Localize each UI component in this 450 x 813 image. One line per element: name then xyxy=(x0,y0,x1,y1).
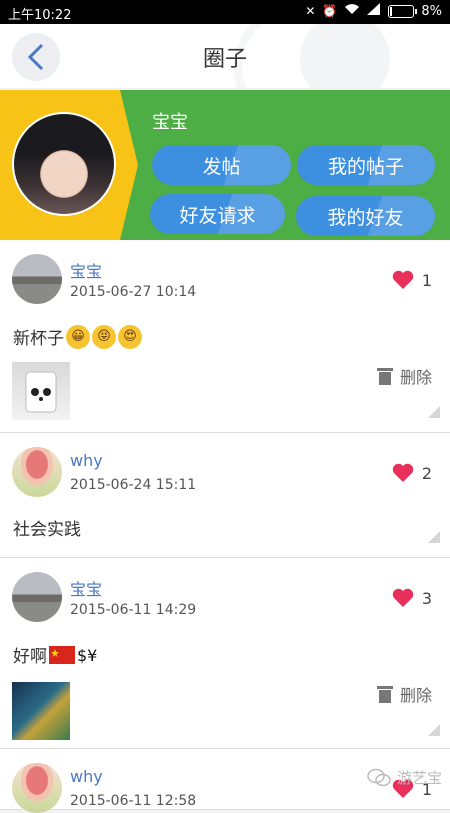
author-avatar[interactable] xyxy=(12,254,62,304)
post-date: 2015-06-11 12:58 xyxy=(70,793,197,809)
squint-tongue-emoji-icon: 😝 xyxy=(92,324,116,349)
money-icon: $¥ xyxy=(77,646,97,665)
post-author[interactable]: why xyxy=(70,451,103,470)
like-button[interactable]: 3 xyxy=(392,588,432,608)
author-avatar[interactable] xyxy=(12,572,62,622)
corner-marker xyxy=(428,406,440,418)
post-item[interactable]: 宝宝 2015-06-11 14:29 3 好啊 $¥ 删除 xyxy=(0,558,450,749)
post-date: 2015-06-11 14:29 xyxy=(70,602,197,618)
post-button[interactable]: 发帖 xyxy=(152,145,291,185)
status-bar: 上午10:22 ✕ ⏰ 8% xyxy=(0,0,450,24)
post-author[interactable]: 宝宝 xyxy=(70,576,102,600)
post-image[interactable] xyxy=(12,362,70,420)
page-title: 圈子 xyxy=(202,47,247,72)
svg-text:$¥: $¥ xyxy=(77,646,97,665)
post-date: 2015-06-27 10:14 xyxy=(70,284,197,300)
post-text: 好啊 $¥ xyxy=(13,642,105,667)
corner-marker xyxy=(428,724,440,736)
corner-marker xyxy=(428,531,440,543)
friend-requests-button[interactable]: 好友请求 xyxy=(150,194,285,234)
post-author[interactable]: 宝宝 xyxy=(70,258,102,282)
app-header: 圈子 xyxy=(0,24,450,88)
profile-name: 宝宝 xyxy=(152,112,188,133)
profile-avatar[interactable] xyxy=(12,112,116,216)
author-avatar[interactable] xyxy=(12,447,62,497)
like-count: 3 xyxy=(421,588,432,608)
post-date: 2015-06-24 15:11 xyxy=(70,477,197,493)
post-image[interactable] xyxy=(12,682,70,740)
my-posts-button[interactable]: 我的帖子 xyxy=(297,145,435,185)
author-avatar[interactable] xyxy=(12,763,62,813)
wechat-icon xyxy=(367,768,391,786)
heart-icon xyxy=(392,588,414,607)
post-author[interactable]: why xyxy=(70,767,103,786)
trash-icon xyxy=(376,368,393,385)
my-friends-button[interactable]: 我的好友 xyxy=(296,196,435,236)
status-time: 上午10:22 xyxy=(8,8,72,23)
post-text: 新杯子 😀 😝 😍 xyxy=(13,324,142,349)
battery-percent: 8% xyxy=(421,3,442,19)
watermark: 游艺宝 xyxy=(367,767,442,788)
delete-button[interactable]: 删除 xyxy=(376,364,432,388)
like-count: 2 xyxy=(421,463,432,483)
alarm-icon: ⏰ xyxy=(322,4,338,18)
post-feed: 宝宝 2015-06-27 10:14 1 新杯子 😀 😝 😍 删除 why 2… xyxy=(0,240,450,813)
post-item[interactable]: why 2015-06-24 15:11 2 社会实践 xyxy=(0,433,450,558)
china-flag-icon xyxy=(49,645,75,664)
mute-icon: ✕ xyxy=(305,4,316,18)
heart-eyes-emoji-icon: 😍 xyxy=(118,324,142,349)
heart-icon xyxy=(392,270,414,289)
post-item[interactable]: 宝宝 2015-06-27 10:14 1 新杯子 😀 😝 😍 删除 xyxy=(0,240,450,433)
like-count: 1 xyxy=(421,270,432,290)
signal-icon xyxy=(367,3,381,19)
post-text: 社会实践 xyxy=(13,520,81,540)
like-button[interactable]: 1 xyxy=(392,270,432,290)
battery-icon xyxy=(388,4,418,18)
grin-emoji-icon: 😀 xyxy=(66,324,90,349)
trash-icon xyxy=(376,686,393,703)
like-button[interactable]: 2 xyxy=(392,463,432,483)
heart-icon xyxy=(392,463,414,482)
panda-mug-icon xyxy=(25,371,57,413)
wifi-icon xyxy=(344,3,360,19)
delete-button[interactable]: 删除 xyxy=(376,682,432,706)
